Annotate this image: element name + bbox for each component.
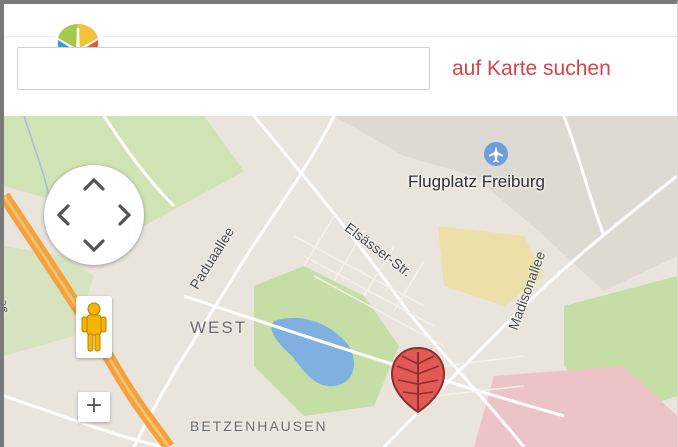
top-bar [4, 4, 677, 37]
pan-up-icon[interactable] [78, 169, 110, 201]
pegman-button[interactable] [76, 296, 112, 358]
pan-down-icon[interactable] [78, 229, 110, 261]
district-label-west: WEST [190, 318, 248, 337]
poi-label-airport: Flugplatz Freiburg [408, 172, 546, 191]
zoom-in-button[interactable]: + [78, 392, 110, 422]
leaf-marker-icon[interactable] [388, 344, 448, 416]
search-input[interactable] [17, 47, 430, 90]
district-label-betzenhausen: BETZENHAUSEN [190, 418, 328, 434]
pan-left-icon[interactable] [48, 199, 80, 231]
search-on-map-button[interactable]: auf Karte suchen [448, 52, 615, 86]
airport-icon [484, 142, 508, 166]
pan-control [44, 165, 144, 265]
pegman-icon [81, 302, 107, 352]
pan-right-icon[interactable] [108, 199, 140, 231]
map-view[interactable]: Flugplatz Freiburg Paduaallee Elsässer-S… [4, 116, 677, 447]
